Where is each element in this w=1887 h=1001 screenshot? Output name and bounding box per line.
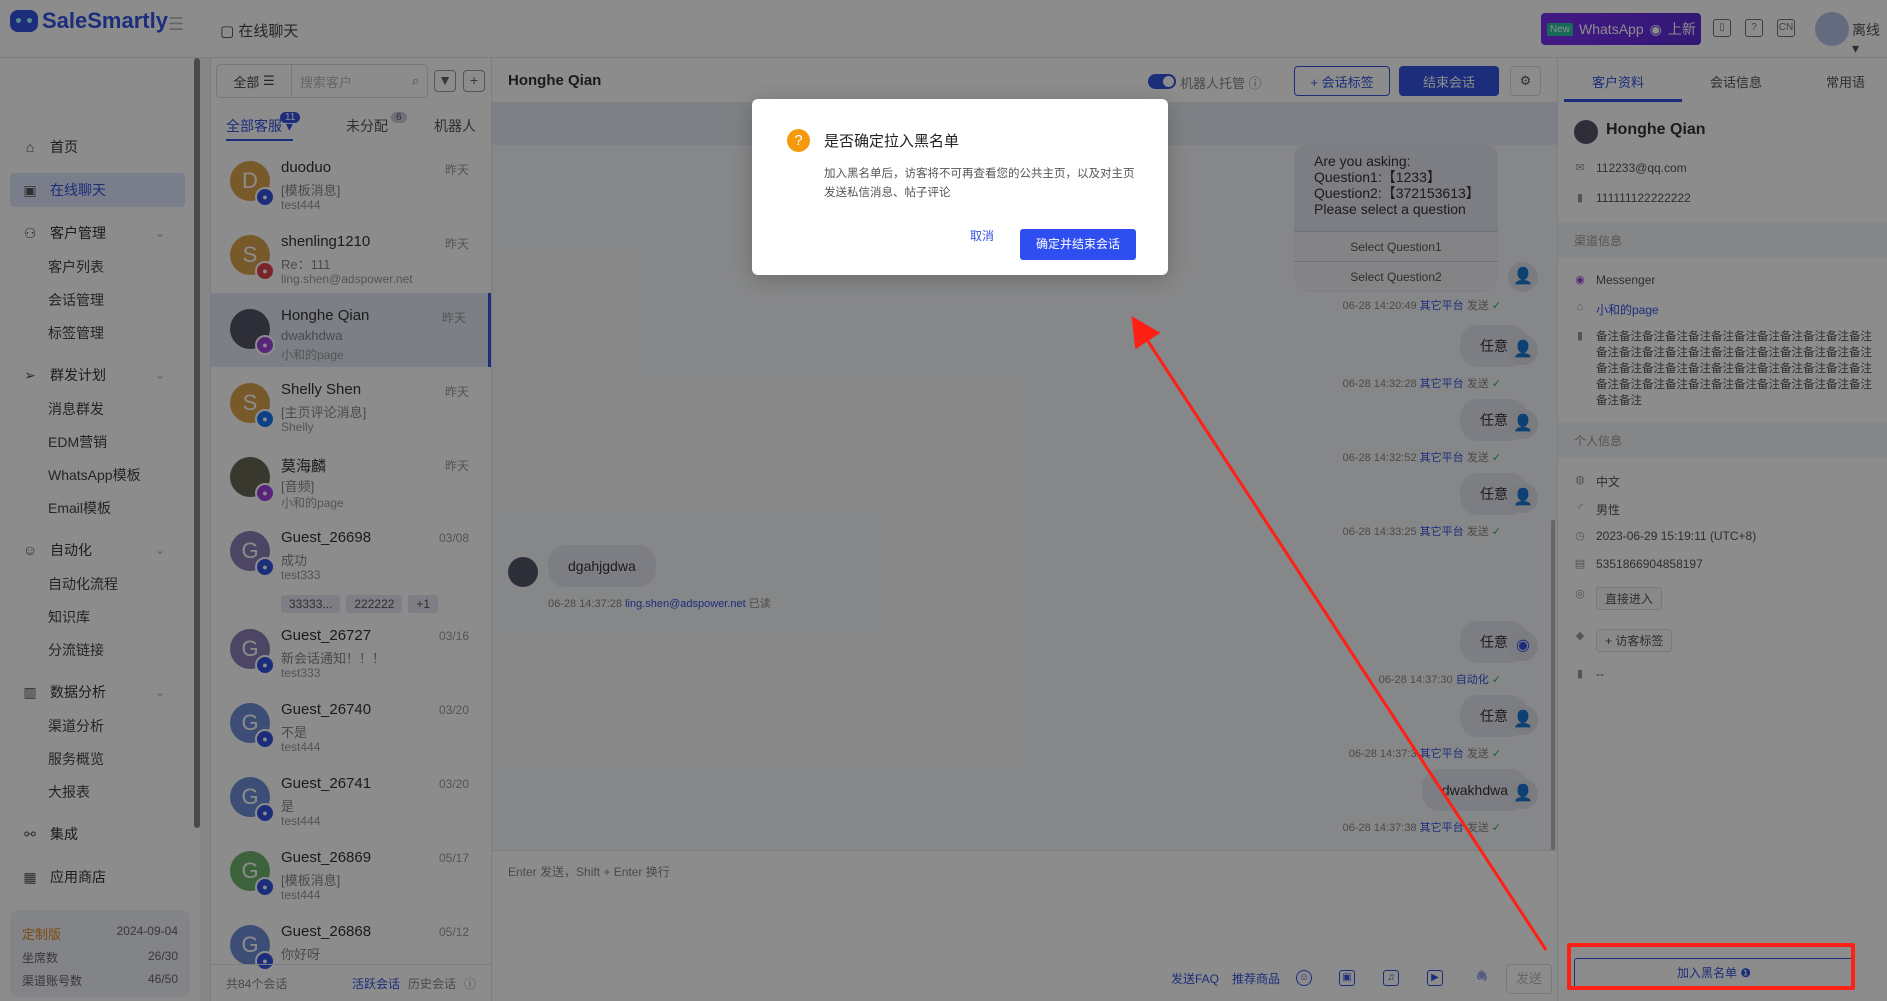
- annotation-highlight-box: [1567, 943, 1855, 990]
- annotation-arrow: [1131, 315, 1548, 951]
